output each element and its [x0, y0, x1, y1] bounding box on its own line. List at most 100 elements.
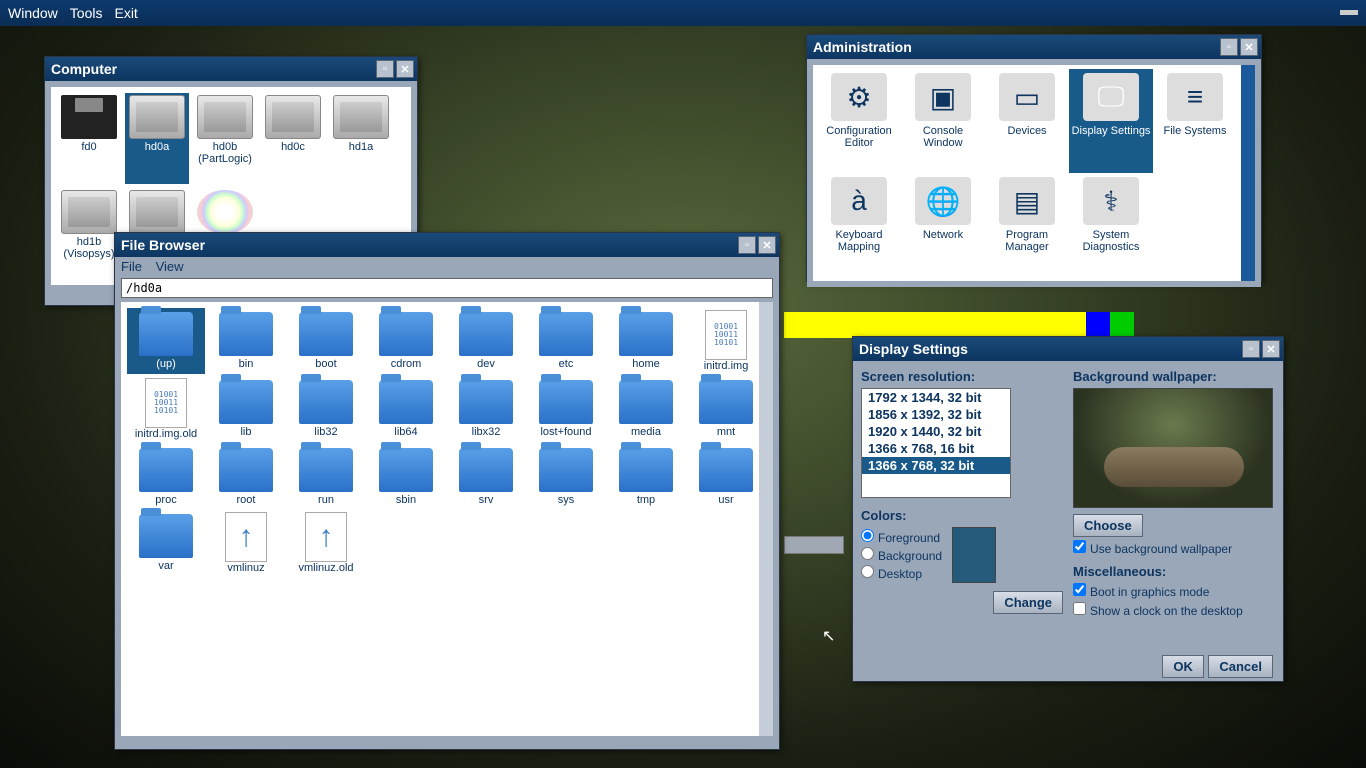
ok-button[interactable]: OK [1162, 655, 1204, 678]
floppy-icon [61, 95, 117, 139]
file-item[interactable]: home [607, 308, 685, 374]
choose-button[interactable]: Choose [1073, 514, 1143, 537]
resolution-option[interactable]: 1366 x 768, 16 bit [862, 440, 1010, 457]
minimize-button[interactable]: ▫ [1242, 340, 1260, 358]
file-item[interactable]: media [607, 376, 685, 442]
checkbox-show-clock[interactable]: Show a clock on the desktop [1073, 602, 1275, 618]
minimize-button[interactable]: ▫ [1220, 38, 1238, 56]
file-item[interactable]: root [207, 444, 285, 508]
administration-window: Administration ▫ ✕ ⚙Configuration Editor… [806, 34, 1262, 282]
admin-icon: ⚙ [831, 73, 887, 121]
change-button[interactable]: Change [993, 591, 1063, 614]
admin-item[interactable]: ≡ File Systems [1153, 69, 1237, 173]
file-item[interactable]: lib32 [287, 376, 365, 442]
file-item[interactable]: (up) [127, 308, 205, 374]
close-button[interactable]: ✕ [1240, 38, 1258, 56]
computer-titlebar[interactable]: Computer ▫ ✕ [45, 57, 417, 81]
drive-item[interactable]: hd0b (PartLogic) [193, 93, 257, 184]
file-item[interactable]: cdrom [367, 308, 445, 374]
resolution-option[interactable]: 1792 x 1344, 32 bit [862, 389, 1010, 406]
fb-menu-view[interactable]: View [156, 259, 184, 274]
file-item[interactable]: tmp [607, 444, 685, 508]
file-item[interactable]: etc [527, 308, 605, 374]
admin-item[interactable]: ⚕System Diagnostics [1069, 173, 1153, 277]
close-button[interactable]: ✕ [1262, 340, 1280, 358]
colors-label: Colors: [861, 508, 1063, 523]
admin-grid: ⚙Configuration Editor▣Console Window▭Dev… [813, 65, 1255, 281]
file-item[interactable]: 01001 10011 10101initrd.img.old [127, 376, 205, 442]
checkbox-boot-graphics[interactable]: Boot in graphics mode [1073, 583, 1275, 599]
admin-item[interactable]: ▣Console Window [901, 69, 985, 173]
file-item[interactable]: srv [447, 444, 525, 508]
file-item[interactable]: usr [687, 444, 765, 508]
fb-title: File Browser [121, 237, 205, 253]
menu-exit[interactable]: Exit [114, 5, 137, 21]
drive-item[interactable]: hd0a [125, 93, 189, 184]
file-item[interactable]: dev [447, 308, 525, 374]
radio-background[interactable]: Background [861, 547, 942, 563]
file-item[interactable]: sys [527, 444, 605, 508]
resolution-list[interactable]: 1792 x 1344, 32 bit1856 x 1392, 32 bit19… [861, 388, 1011, 498]
hdd-icon [265, 95, 321, 139]
admin-item[interactable]: àKeyboard Mapping [817, 173, 901, 277]
scrollbar[interactable] [1241, 65, 1255, 281]
close-button[interactable]: ✕ [396, 60, 414, 78]
drive-item[interactable]: hd1a [329, 93, 393, 184]
resolution-option[interactable]: 1366 x 768, 32 bit [862, 457, 1010, 474]
fb-titlebar[interactable]: File Browser ▫ ✕ [115, 233, 779, 257]
admin-icon: ≡ [1167, 73, 1223, 121]
file-item[interactable]: lib64 [367, 376, 445, 442]
path-input[interactable]: /hd0a [121, 278, 773, 298]
drive-item[interactable]: hd1b (Visopsys) [57, 188, 121, 279]
close-button[interactable]: ✕ [758, 236, 776, 254]
file-item[interactable]: lib [207, 376, 285, 442]
file-item[interactable]: bin [207, 308, 285, 374]
file-label: media [609, 426, 683, 438]
folder-icon [699, 448, 753, 492]
fb-menu-file[interactable]: File [121, 259, 142, 274]
scrollbar[interactable] [759, 302, 773, 736]
radio-desktop[interactable]: Desktop [861, 565, 942, 581]
drive-label: hd0c [261, 141, 325, 153]
ds-title: Display Settings [859, 341, 968, 357]
admin-item[interactable]: ⚙Configuration Editor [817, 69, 901, 173]
file-item[interactable]: run [287, 444, 365, 508]
file-label: libx32 [449, 426, 523, 438]
minimize-button[interactable]: ▫ [376, 60, 394, 78]
menu-window[interactable]: Window [8, 5, 58, 21]
file-item[interactable]: 01001 10011 10101initrd.img [687, 308, 765, 374]
folder-icon [379, 448, 433, 492]
admin-item[interactable]: ▭Devices [985, 69, 1069, 173]
drive-item[interactable]: fd0 [57, 93, 121, 184]
admin-item[interactable]: ▤Program Manager [985, 173, 1069, 277]
admin-item[interactable]: 🌐Network [901, 173, 985, 277]
file-label: lib32 [289, 426, 363, 438]
file-item[interactable]: var [127, 510, 205, 576]
minimize-icon[interactable] [1340, 10, 1358, 15]
file-item[interactable]: ↑vmlinuz.old [287, 510, 365, 576]
folder-icon [459, 312, 513, 356]
cancel-button[interactable]: Cancel [1208, 655, 1273, 678]
file-item[interactable]: ↑vmlinuz [207, 510, 285, 576]
checkbox-use-wallpaper[interactable]: Use background wallpaper [1073, 540, 1275, 556]
folder-icon [219, 448, 273, 492]
file-item[interactable]: mnt [687, 376, 765, 442]
menu-tools[interactable]: Tools [70, 5, 103, 21]
drive-item[interactable]: hd0c [261, 93, 325, 184]
admin-icon: ▤ [999, 177, 1055, 225]
ds-titlebar[interactable]: Display Settings ▫ ✕ [853, 337, 1283, 361]
minimize-button[interactable]: ▫ [738, 236, 756, 254]
admin-titlebar[interactable]: Administration ▫ ✕ [807, 35, 1261, 59]
radio-foreground[interactable]: Foreground [861, 529, 942, 545]
file-item[interactable]: sbin [367, 444, 445, 508]
file-item[interactable]: libx32 [447, 376, 525, 442]
resolution-option[interactable]: 1856 x 1392, 32 bit [862, 406, 1010, 423]
hdd-icon [197, 95, 253, 139]
wallpaper-label: Background wallpaper: [1073, 369, 1275, 384]
file-item[interactable]: proc [127, 444, 205, 508]
file-item[interactable]: boot [287, 308, 365, 374]
admin-label: File Systems [1155, 125, 1235, 137]
resolution-option[interactable]: 1920 x 1440, 32 bit [862, 423, 1010, 440]
admin-item[interactable]: 🖵Display Settings [1069, 69, 1153, 173]
file-item[interactable]: lost+found [527, 376, 605, 442]
